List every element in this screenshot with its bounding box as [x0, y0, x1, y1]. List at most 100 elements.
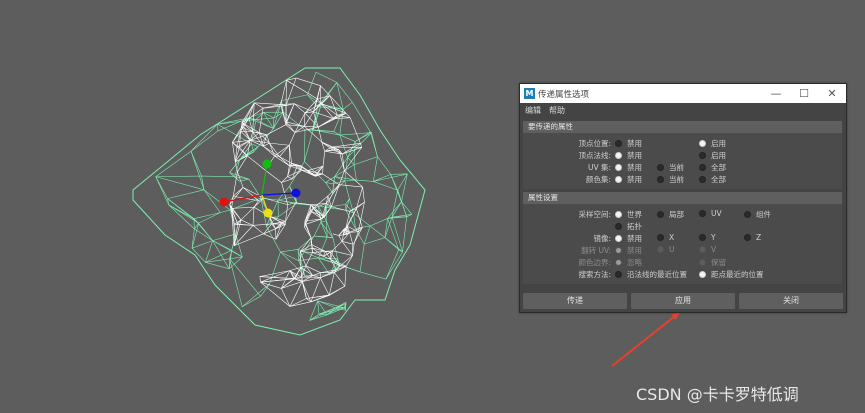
mesh-edge — [320, 85, 331, 96]
radio-option[interactable]: 启用 — [699, 138, 726, 149]
mesh-edge — [232, 142, 236, 162]
mesh-edge — [304, 129, 314, 162]
radio-icon — [699, 245, 706, 253]
minimize-icon[interactable]: — — [763, 85, 789, 102]
title-bar[interactable]: M 传递属性选项 — ☐ ✕ — [520, 84, 846, 103]
menu-bar: 编辑 帮助 — [520, 103, 846, 116]
mesh-edge — [318, 118, 334, 128]
row-label: 翻转 UV: — [581, 246, 611, 255]
radio-icon — [699, 151, 706, 159]
mesh-edge — [300, 251, 313, 253]
mesh-edge — [304, 126, 319, 128]
radio-option[interactable]: 启用 — [699, 150, 726, 161]
radio-option: 保留 — [699, 257, 726, 268]
radio-icon — [699, 233, 706, 241]
mesh-edge — [304, 112, 306, 127]
radio-option[interactable]: 拓扑 — [615, 221, 642, 232]
mesh-edge — [385, 249, 400, 280]
radio-icon — [615, 139, 622, 147]
section-header[interactable]: 要传递的属性 — [523, 121, 842, 133]
mesh-edge — [252, 225, 264, 235]
mesh-edge — [356, 179, 374, 182]
mesh-edge — [342, 101, 353, 110]
radio-option[interactable]: X — [657, 233, 674, 242]
radio-option[interactable]: 禁用 — [615, 150, 642, 161]
mesh-edge — [190, 130, 219, 152]
mesh-edge — [344, 147, 362, 172]
radio-icon — [657, 175, 664, 183]
mesh-edge — [280, 104, 287, 125]
mesh-edge — [285, 103, 295, 125]
radio-option[interactable]: 禁用 — [615, 138, 642, 149]
mesh-edge — [326, 184, 340, 204]
mesh-edge — [285, 124, 296, 133]
radio-option[interactable]: 当前 — [657, 162, 684, 173]
radio-option[interactable]: 沿法线的最近位置 — [615, 269, 687, 280]
gizmo-y-handle[interactable] — [262, 159, 272, 169]
close-icon[interactable]: ✕ — [819, 85, 845, 102]
radio-option[interactable]: 世界 — [615, 209, 642, 220]
menu-item-help[interactable]: 帮助 — [549, 105, 565, 116]
mesh-edge — [259, 270, 290, 277]
radio-option[interactable]: 禁用 — [615, 233, 642, 244]
gizmo-x-handle[interactable] — [219, 197, 229, 207]
radio-icon — [744, 210, 751, 218]
gizmo-center-handle[interactable] — [263, 208, 273, 218]
section-header[interactable]: 属性设置 — [523, 192, 842, 204]
menu-item-edit[interactable]: 编辑 — [525, 105, 541, 116]
mesh-edge — [193, 212, 221, 219]
mesh-edge — [240, 206, 255, 221]
mesh-edge — [287, 169, 302, 177]
mesh-edge — [325, 176, 335, 183]
mesh-edge — [310, 277, 321, 302]
transfer-button[interactable]: 传递 — [523, 293, 627, 309]
mesh-edge — [285, 80, 287, 106]
maximize-icon[interactable]: ☐ — [791, 85, 817, 102]
mesh-edge — [353, 141, 356, 165]
mesh-edge — [325, 182, 334, 185]
radio-option[interactable]: 全部 — [699, 162, 726, 173]
radio-option[interactable]: 禁用 — [615, 162, 642, 173]
mesh-edge — [275, 222, 282, 240]
watermark: CSDN @卡卡罗特低调 — [636, 385, 799, 404]
window-title: 传递属性选项 — [538, 90, 590, 100]
radio-option[interactable]: 当前 — [657, 174, 684, 185]
mesh-edge — [354, 227, 363, 243]
mesh-hull — [132, 67, 426, 336]
radio-option[interactable]: UV — [699, 209, 722, 218]
radio-icon — [699, 258, 706, 266]
radio-option[interactable]: 局部 — [657, 209, 684, 220]
radio-option[interactable]: Z — [744, 233, 761, 242]
mesh-edge — [289, 298, 307, 307]
row-label: 顶点法线: — [578, 151, 611, 160]
mesh-edge — [391, 190, 398, 218]
mesh-edge — [401, 201, 413, 215]
mesh-edge — [362, 186, 365, 203]
mesh-edge — [260, 281, 291, 307]
radio-icon — [615, 246, 622, 254]
radio-option[interactable]: 组件 — [744, 209, 771, 220]
annotation-arrow-icon — [611, 311, 681, 367]
row-label: 顶点位置: — [578, 139, 611, 148]
radio-icon — [615, 234, 622, 242]
section-attribute-settings: 属性设置 采样空间: 世界 局部 UV 组件 拓扑 镜像: 禁用 X Y Z 翻… — [523, 192, 842, 284]
mesh-edge — [330, 241, 343, 253]
mesh-edge — [198, 212, 221, 224]
mesh-edge — [205, 240, 213, 263]
mesh-edge — [338, 235, 343, 242]
radio-option[interactable]: 距点最近的位置 — [699, 269, 764, 280]
mesh-edge — [329, 95, 347, 114]
radio-option: 忽略 — [615, 257, 642, 268]
gizmo-z-handle[interactable] — [291, 188, 301, 198]
mesh-edge — [339, 184, 363, 188]
mesh-edge — [301, 276, 321, 279]
mesh-edge — [402, 216, 407, 252]
apply-button[interactable]: 应用 — [631, 293, 735, 309]
mesh-edge — [385, 251, 403, 280]
mesh-edge — [352, 102, 371, 133]
close-button[interactable]: 关闭 — [739, 293, 843, 309]
radio-option[interactable]: 禁用 — [615, 174, 642, 185]
radio-option[interactable]: Y — [699, 233, 716, 242]
radio-option[interactable]: 全部 — [699, 174, 726, 185]
mesh-edge — [359, 271, 387, 280]
